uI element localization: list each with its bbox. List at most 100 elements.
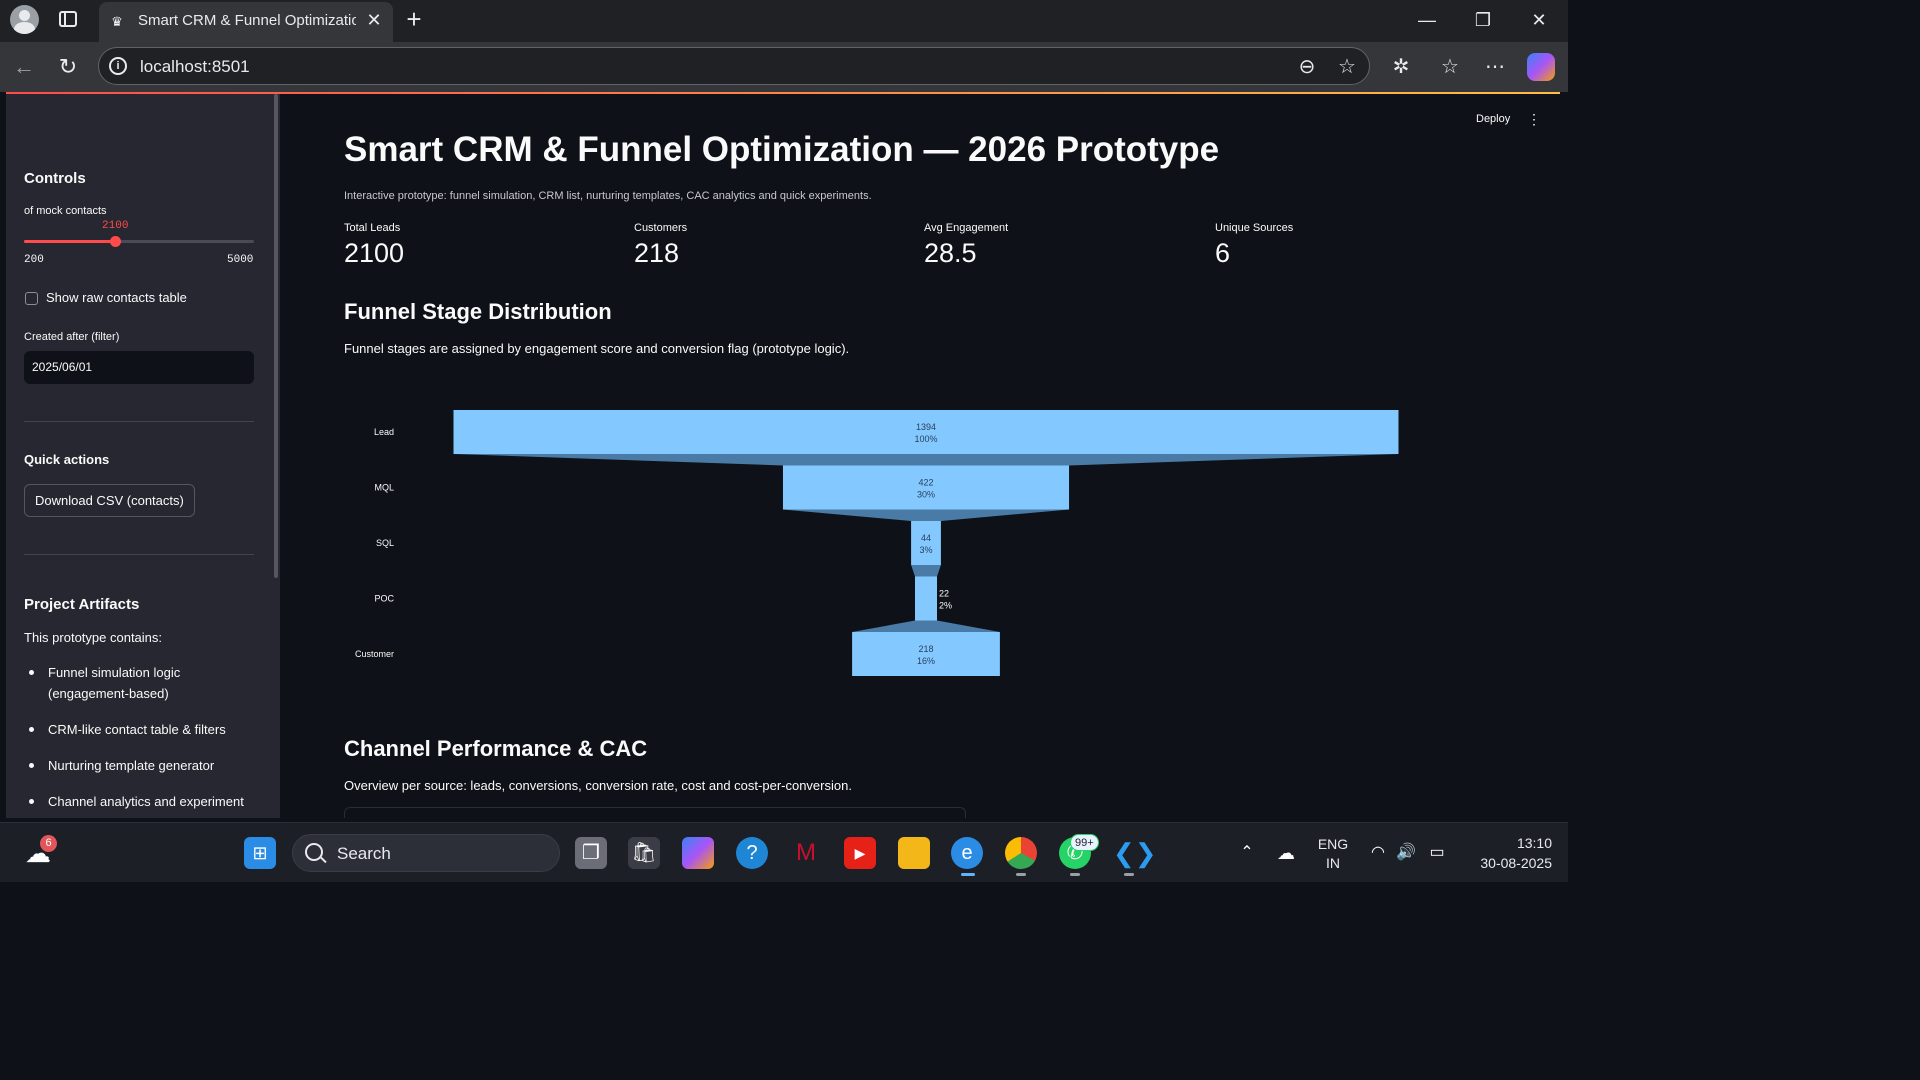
site-info-icon[interactable]: i [109, 57, 127, 75]
zoom-out-icon[interactable]: ⊖ [1295, 55, 1319, 79]
channel-heading: Channel Performance & CAC [344, 736, 648, 761]
funnel-category-label: Customer [355, 649, 394, 659]
channel-table[interactable] [344, 807, 966, 818]
slider-max-label: 5000 [227, 254, 254, 266]
funnel-bar-mql[interactable] [782, 465, 1070, 510]
date-filter-value[interactable]: 2025/06/01 [32, 360, 92, 374]
region-indicator[interactable]: IN [1313, 855, 1353, 871]
kebab-menu-icon[interactable]: ⋮ [1527, 111, 1541, 128]
close-window-icon[interactable]: ✕ [1527, 8, 1551, 32]
list-item: Channel analytics and experiment [24, 791, 260, 812]
funnel-value-label: 422 [918, 478, 933, 488]
address-bar[interactable]: i localhost:8501 ⊖ ☆ [98, 47, 1370, 85]
slider-min-label: 200 [24, 254, 44, 266]
metric-value: 28.5 [924, 238, 977, 268]
start-windows-icon[interactable]: ⊞ [244, 837, 276, 869]
streamlit-app: Controls of mock contacts 2100 200 5000 … [6, 92, 1560, 818]
slider-thumb[interactable] [110, 236, 122, 247]
help-icon[interactable]: ? [736, 837, 768, 869]
battery-icon[interactable]: ▭ [1421, 837, 1453, 869]
minimize-icon[interactable]: — [1415, 8, 1439, 32]
sidebar: Controls of mock contacts 2100 200 5000 … [6, 94, 280, 818]
vscode-icon[interactable]: ❮❯ [1113, 837, 1157, 869]
contacts-slider[interactable] [24, 236, 254, 247]
funnel-connector [453, 454, 1399, 466]
slider-label: of mock contacts [24, 205, 107, 217]
restore-icon[interactable]: ❐ [1471, 8, 1495, 32]
browser-titlebar: ♛ Smart CRM & Funnel Optimization — 2026… [0, 0, 1568, 42]
project-artifacts-heading: Project Artifacts [24, 596, 140, 613]
artifacts-list: Funnel simulation logic (engagement-base… [24, 662, 260, 818]
funnel-chart[interactable]: Lead 1394 100% MQL 422 30% SQL 44 3% POC 22 2% Custo… [280, 394, 1560, 694]
funnel-percent-label: 100% [914, 434, 937, 444]
browser-toolbar: ← ↻ i localhost:8501 ⊖ ☆ ✲ ☆ ⋯ [0, 42, 1568, 92]
sidebar-scrollbar[interactable] [274, 94, 278, 578]
weather-badge: 6 [40, 835, 57, 852]
url-text[interactable]: localhost:8501 [140, 57, 250, 77]
funnel-bar-sql[interactable] [911, 521, 941, 565]
back-arrow-icon[interactable]: ← [11, 54, 37, 80]
browser-tab-active[interactable]: ♛ Smart CRM & Funnel Optimization — 2026… [99, 2, 393, 42]
search-icon [305, 843, 323, 861]
funnel-category-label: MQL [374, 483, 394, 493]
extensions-icon[interactable]: ✲ [1388, 54, 1414, 80]
metric-label: Total Leads [344, 222, 401, 234]
clock-time[interactable]: 13:10 [1468, 835, 1552, 851]
funnel-bar-customer[interactable] [852, 632, 1000, 676]
main-content: Deploy ⋮ Smart CRM & Funnel Optimization… [280, 94, 1560, 818]
reload-icon[interactable]: ↻ [55, 54, 81, 80]
funnel-percent-label: 3% [919, 545, 932, 555]
store-icon[interactable]: 🛍 [628, 837, 660, 869]
sidebar-divider [24, 421, 254, 422]
funnel-category-label: POC [374, 594, 394, 604]
copilot-app-icon[interactable] [682, 837, 714, 869]
page-subtitle: Interactive prototype: funnel simulation… [344, 190, 872, 202]
deploy-button[interactable]: Deploy [1476, 113, 1510, 125]
volume-icon[interactable]: 🔊 [1390, 837, 1422, 869]
artifacts-intro: This prototype contains: [24, 630, 163, 645]
whatsapp-badge: 99+ [1070, 834, 1099, 851]
funnel-description: Funnel stages are assigned by engagement… [344, 341, 850, 356]
new-tab-icon[interactable]: + [403, 6, 425, 32]
clock-date[interactable]: 30-08-2025 [1458, 855, 1552, 871]
funnel-value-label: 1394 [916, 422, 936, 432]
task-view-icon[interactable]: ❐ [575, 837, 607, 869]
funnel-heading: Funnel Stage Distribution [344, 299, 612, 324]
chevron-up-icon[interactable]: ⌃ [1231, 837, 1263, 869]
download-csv-button[interactable]: Download CSV (contacts) [24, 484, 195, 517]
raw-contacts-checkbox-label[interactable]: Show raw contacts table [46, 290, 187, 305]
slider-fill [24, 240, 116, 243]
metric-label: Unique Sources [1215, 222, 1294, 234]
chrome-running-indicator [1016, 873, 1026, 876]
more-menu-icon[interactable]: ⋯ [1482, 54, 1508, 80]
whatsapp-running-indicator [1070, 873, 1080, 876]
onedrive-icon[interactable]: ☁ [1270, 837, 1302, 869]
funnel-percent-label: 30% [917, 490, 935, 500]
tab-actions-icon[interactable] [59, 11, 77, 27]
profile-avatar-icon[interactable] [10, 5, 39, 34]
metric-value: 2100 [344, 238, 405, 268]
funnel-value-label: 44 [921, 533, 931, 543]
taskbar-search[interactable]: Search [292, 834, 560, 872]
star-icon[interactable]: ☆ [1335, 55, 1359, 79]
metric-total-leads: Total Leads 2100 [344, 222, 624, 269]
edge-icon[interactable]: e [951, 837, 983, 869]
mcafee-icon[interactable]: M [790, 837, 822, 869]
file-explorer-icon[interactable] [898, 837, 930, 869]
list-item: Funnel simulation logic (engagement-base… [24, 662, 260, 704]
funnel-bar-lead[interactable] [453, 410, 1399, 454]
chrome-icon[interactable] [1005, 837, 1037, 869]
copilot-icon[interactable] [1527, 53, 1555, 81]
raw-contacts-checkbox[interactable] [25, 292, 38, 305]
youtube-icon[interactable]: ▶ [844, 837, 876, 869]
language-indicator[interactable]: ENG [1313, 836, 1353, 852]
tab-title: Smart CRM & Funnel Optimization — 2026 P… [138, 12, 356, 29]
sidebar-divider [24, 554, 254, 555]
funnel-connector [852, 620, 1000, 632]
favorites-icon[interactable]: ☆ [1437, 54, 1463, 80]
crown-icon: ♛ [111, 14, 123, 29]
funnel-bar-poc[interactable] [915, 576, 937, 621]
date-filter-input[interactable]: 2025/06/01 [24, 351, 254, 384]
list-item: Nurturing template generator [24, 755, 260, 776]
close-tab-icon[interactable]: ✕ [365, 10, 383, 30]
